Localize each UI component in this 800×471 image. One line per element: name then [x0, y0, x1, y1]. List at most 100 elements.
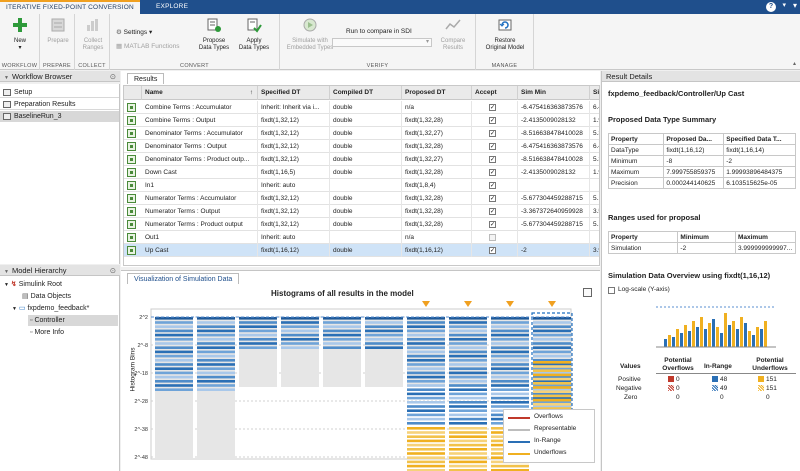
workflow-item-baselinerun[interactable]: BaselineRun_3 [0, 111, 119, 122]
cell-proposed-dt[interactable]: fixdt(1,8,4) [402, 179, 472, 192]
accept-checkbox[interactable]: ✓ [489, 208, 496, 215]
accept-checkbox[interactable]: ✓ [489, 156, 496, 163]
window-options-icon[interactable]: ▾ [793, 1, 797, 10]
tree-node-data-objects[interactable]: ▤ Data Objects [22, 291, 71, 302]
column-header-accept[interactable]: Accept [472, 86, 518, 100]
workflow-item-preparation-results[interactable]: Preparation Results [0, 99, 119, 110]
result-status-icon [127, 155, 136, 164]
cell-sim-max [590, 179, 599, 192]
accept-checkbox[interactable]: ✓ [489, 130, 496, 137]
cell-proposed-dt[interactable]: fixdt(1,32,28) [402, 140, 472, 153]
column-header-specified-dt[interactable]: Specified DT [258, 86, 330, 100]
subsystem-icon: ▫ [30, 317, 33, 324]
apply-label-2: Data Types [238, 45, 270, 51]
cell-specified-dt: fixdt(1,32,12) [258, 218, 330, 231]
in-range-bar [491, 354, 529, 358]
cell-proposed-dt[interactable]: n/a [402, 231, 472, 244]
panel-options-icon[interactable]: ⊙ [110, 265, 116, 276]
table-row[interactable]: Combine Terms : Accumulator Inherit: Inhe… [124, 101, 599, 114]
table-row[interactable]: Down Cast fixdt(1,16,5) double fixdt(1,32,2… [124, 166, 599, 179]
apply-data-types-button[interactable]: Apply Data Types [236, 17, 272, 52]
accept-checkbox[interactable]: ✓ [489, 247, 496, 254]
accept-checkbox[interactable]: ✓ [489, 169, 496, 176]
cell-proposed-dt[interactable]: fixdt(1,32,28) [402, 166, 472, 179]
tree-collapse-icon[interactable]: ▼ [12, 306, 17, 312]
cell-proposed-dt[interactable]: fixdt(1,32,28) [402, 205, 472, 218]
column-header-sim-min[interactable]: Sim Min [518, 86, 590, 100]
result-path: fxpdemo_feedback/Controller/Up Cast [608, 89, 745, 98]
restore-label-2: Original Model [485, 45, 525, 51]
in-range-bar [365, 342, 403, 345]
tree-node-more-info[interactable]: ▫ More Info [30, 327, 64, 338]
accept-checkbox[interactable] [489, 234, 496, 241]
table-row[interactable]: Denominator Terms : Product outp... fixdt… [124, 153, 599, 166]
accept-checkbox[interactable]: ✓ [489, 195, 496, 202]
panel-options-icon[interactable]: ⊙ [110, 71, 116, 82]
table-row[interactable]: Denominator Terms : Accumulator fixdt(1,3… [124, 127, 599, 140]
column-header-compiled-dt[interactable]: Compiled DT [330, 86, 402, 100]
tab-explore[interactable]: EXPLORE [150, 0, 194, 14]
y-tick-label: 2^-8 [137, 343, 148, 349]
table-row[interactable]: Numerator Terms : Output fixdt(1,32,12) do… [124, 205, 599, 218]
tab-results[interactable]: Results [127, 73, 165, 84]
table-row[interactable]: Numerator Terms : Accumulator fixdt(1,32,… [124, 192, 599, 205]
cell-name: Numerator Terms : Output [142, 205, 258, 218]
stats-header-values: Values [620, 363, 641, 370]
collapse-triangle-icon[interactable]: ▼ [4, 269, 9, 275]
in-range-bar [155, 363, 193, 366]
new-button[interactable]: New ▾ [8, 17, 32, 52]
restore-original-model-button[interactable]: Restore Original Model [478, 17, 532, 52]
log-scale-checkbox[interactable] [608, 287, 615, 294]
table-row[interactable]: Combine Terms : Output fixdt(1,32,12) doub… [124, 114, 599, 127]
underflow-bar [407, 431, 445, 434]
setup-icon [3, 89, 11, 96]
cell-compiled-dt: double [330, 218, 402, 231]
cell-proposed-dt[interactable]: fixdt(1,32,28) [402, 114, 472, 127]
workflow-item-setup[interactable]: Setup [0, 87, 119, 98]
run-compare-dropdown[interactable]: ▾ [332, 38, 432, 47]
table-row[interactable]: In1 Inherit: auto fixdt(1,8,4) ✓ [124, 179, 599, 192]
collect-ranges-button[interactable]: Collect Ranges [77, 17, 109, 52]
accept-checkbox[interactable]: ✓ [489, 143, 496, 150]
cell-sim-max: 6.4 [590, 101, 599, 114]
toolstrip-collapse-icon[interactable]: ▴ [793, 60, 796, 67]
prepare-button[interactable]: Prepare [43, 17, 73, 45]
collapse-triangle-icon[interactable]: ▼ [4, 75, 9, 81]
cell-proposed-dt[interactable]: n/a [402, 101, 472, 114]
in-range-bar [323, 329, 361, 333]
table-row[interactable]: Numerator Terms : Product output fixdt(1,… [124, 218, 599, 231]
table-row[interactable]: Out1 Inherit: auto n/a [124, 231, 599, 244]
tree-node-fxpdemo-feedback[interactable]: ▼ ▭ fxpdemo_feedback* [12, 303, 89, 314]
cell-name: Down Cast [142, 166, 258, 179]
accept-checkbox[interactable]: ✓ [489, 117, 496, 124]
tree-node-simulink-root[interactable]: ▼ ↯ Simulink Root [4, 279, 62, 290]
cell-proposed-dt[interactable]: fixdt(1,16,12) [402, 244, 472, 257]
legend-label: Representable [534, 425, 577, 432]
accept-checkbox[interactable]: ✓ [489, 182, 496, 189]
cell-proposed-dt[interactable]: fixdt(1,32,27) [402, 153, 472, 166]
compare-results-button[interactable]: Compare Results [436, 17, 470, 52]
help-icon[interactable]: ? [766, 2, 776, 12]
tree-node-label: Controller [34, 317, 65, 324]
cell-proposed-dt[interactable]: fixdt(1,32,28) [402, 192, 472, 205]
tab-iterative-fixed-point-conversion[interactable]: ITERATIVE FIXED-POINT CONVERSION [0, 0, 140, 14]
tree-node-controller[interactable]: ▫ Controller [28, 315, 118, 326]
column-header-proposed-dt[interactable]: Proposed DT [402, 86, 472, 100]
accept-checkbox[interactable]: ✓ [489, 104, 496, 111]
column-header-name[interactable]: Name ↑ [142, 86, 258, 100]
propose-data-types-button[interactable]: Propose Data Types [196, 17, 232, 52]
help-dropdown-icon[interactable]: ▾ [782, 1, 786, 9]
table-row[interactable]: Up Cast fixdt(1,16,12) double fixdt(1,16,12… [124, 244, 599, 257]
accept-checkbox[interactable]: ✓ [489, 221, 496, 228]
matlab-functions-button[interactable]: ▦ MATLAB Functions [116, 42, 179, 51]
settings-button[interactable]: ⚙ Settings ▾ [116, 28, 152, 37]
in-range-bar [449, 321, 487, 324]
column-header-sim-max[interactable]: Si [590, 86, 599, 100]
cell-proposed-dt[interactable]: fixdt(1,32,28) [402, 218, 472, 231]
cell-proposed-dt[interactable]: fixdt(1,32,27) [402, 127, 472, 140]
simulate-embedded-types-button[interactable]: Simulate with Embedded Types [284, 17, 336, 52]
tree-collapse-icon[interactable]: ▼ [4, 282, 9, 288]
in-range-bar [281, 325, 319, 328]
cell-compiled-dt: double [330, 101, 402, 114]
table-row[interactable]: Denominator Terms : Output fixdt(1,32,12)… [124, 140, 599, 153]
